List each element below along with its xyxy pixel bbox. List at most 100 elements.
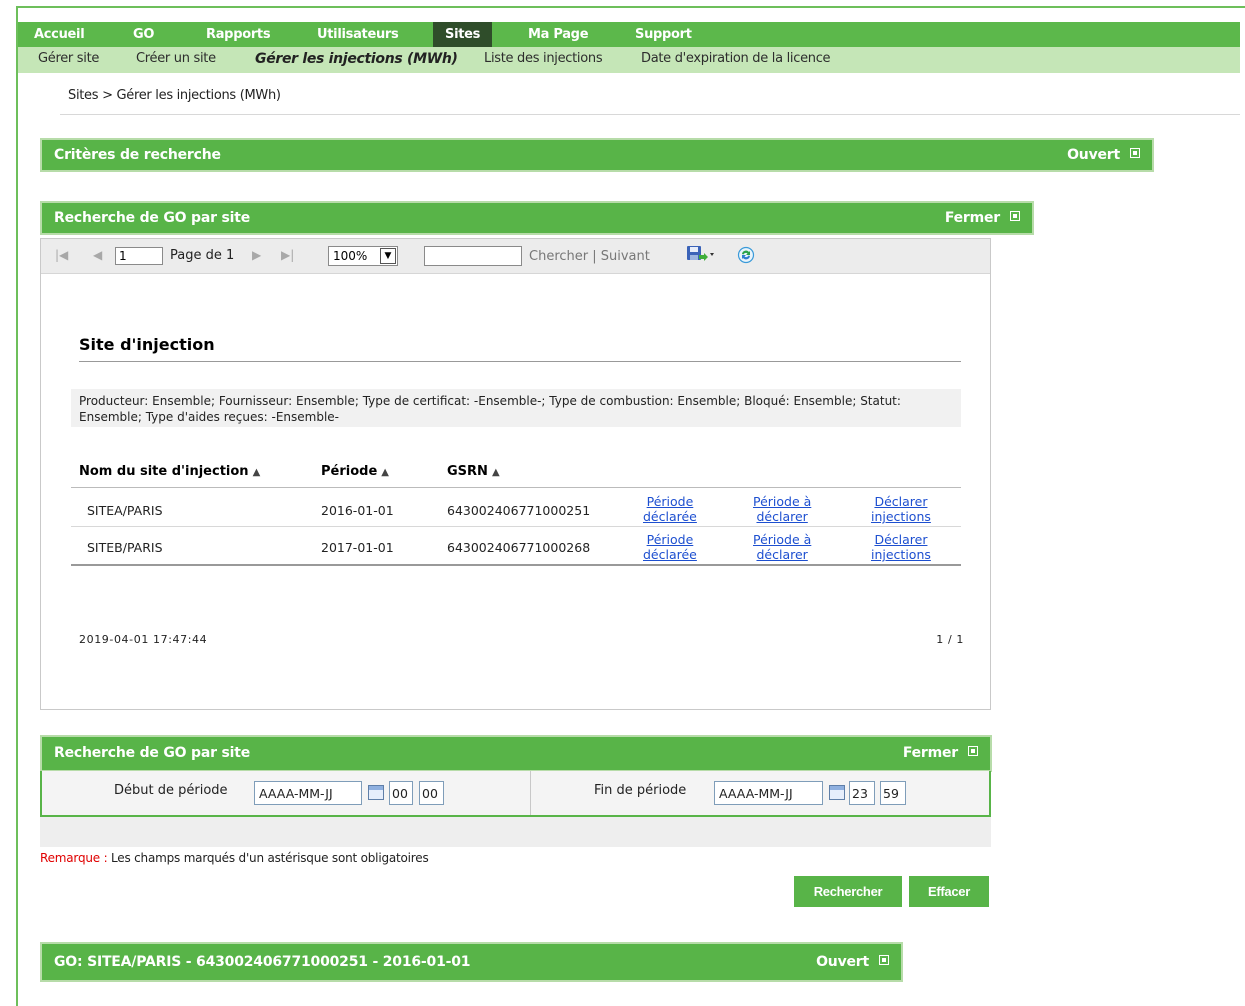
subnav-item-gerer-site[interactable]: Gérer site <box>38 47 99 73</box>
sort-icon[interactable]: ▲ <box>253 467 261 478</box>
start-date-input[interactable] <box>254 781 362 805</box>
column-header-name-label: Nom du site d'injection <box>79 464 249 479</box>
sort-icon[interactable]: ▲ <box>492 467 500 478</box>
zoom-select[interactable]: 100% ▼ <box>328 246 398 266</box>
report-page-count: 1 / 1 <box>936 633 964 646</box>
row-site-name: SITEA/PARIS <box>87 503 163 518</box>
criteria-panel-header[interactable]: Critères de recherche Ouvert <box>40 138 1154 172</box>
find-controls: Chercher | Suivant <box>529 249 650 264</box>
subnav-item-creer-site[interactable]: Créer un site <box>136 47 216 73</box>
last-page-icon[interactable]: ▶| <box>281 248 294 262</box>
search-panel-toggle[interactable]: Fermer <box>903 737 978 770</box>
link-line: Déclarer <box>874 532 928 547</box>
sort-icon[interactable]: ▲ <box>381 467 389 478</box>
go-detail-toggle-label: Ouvert <box>816 954 869 970</box>
main-nav: Accueil GO Rapports Utilisateurs Sites M… <box>18 22 1240 47</box>
link-periode-declaree[interactable]: Période déclarée <box>643 532 697 562</box>
subnav-item-date-expiration[interactable]: Date d'expiration de la licence <box>641 47 831 73</box>
nav-item-support[interactable]: Support <box>635 22 692 47</box>
end-date-input[interactable] <box>714 781 823 805</box>
refresh-icon[interactable] <box>737 246 755 268</box>
expand-icon <box>1130 148 1140 158</box>
column-header-period-label: Période <box>321 464 378 479</box>
link-line: déclarée <box>643 509 697 524</box>
breadcrumb: Sites > Gérer les injections (MWh) <box>68 88 281 103</box>
link-line: injections <box>871 509 931 524</box>
export-save-icon[interactable] <box>686 244 716 268</box>
link-periode-declaree[interactable]: Période déclarée <box>643 494 697 524</box>
row-period: 2017-01-01 <box>321 540 394 555</box>
report-criteria: Producteur: Ensemble; Fournisseur: Ensem… <box>71 389 961 427</box>
next-match-link[interactable]: Suivant <box>601 249 650 264</box>
subnav-item-gerer-injections[interactable]: Gérer les injections (MWh) <box>255 47 458 73</box>
link-line: Période à <box>753 494 812 509</box>
chevron-down-icon[interactable]: ▼ <box>380 248 396 264</box>
link-line: Période à <box>753 532 812 547</box>
nav-item-accueil[interactable]: Accueil <box>34 22 85 47</box>
row-site-name: SITEB/PARIS <box>87 540 163 555</box>
nav-item-ma-page[interactable]: Ma Page <box>528 22 589 47</box>
zoom-value: 100% <box>333 249 368 263</box>
calendar-icon[interactable] <box>829 785 845 800</box>
results-panel-header[interactable]: Recherche de GO par site Fermer <box>40 201 1034 235</box>
breadcrumb-sites-link[interactable]: Sites <box>68 88 99 103</box>
end-minute-input[interactable] <box>880 781 906 805</box>
go-detail-panel-header[interactable]: GO: SITEA/PARIS - 643002406771000251 - 2… <box>40 942 903 982</box>
breadcrumb-separator: > <box>98 88 117 103</box>
next-page-icon[interactable]: ▶ <box>252 248 261 262</box>
row-divider <box>71 526 961 527</box>
nav-item-sites[interactable]: Sites <box>433 22 493 47</box>
first-page-icon[interactable]: |◀ <box>55 248 68 262</box>
page-number-input[interactable] <box>115 247 163 265</box>
find-input[interactable] <box>424 246 522 266</box>
start-period-label: Début de période <box>114 783 228 798</box>
link-periode-a-declarer[interactable]: Période à déclarer <box>753 494 811 524</box>
previous-page-icon[interactable]: ◀ <box>93 248 102 262</box>
remark-prefix: Remarque : <box>40 851 108 865</box>
link-line: déclarée <box>643 547 697 562</box>
form-spacer-bar <box>40 817 991 847</box>
search-toggle-label: Fermer <box>902 745 958 761</box>
search-button[interactable]: Rechercher <box>794 876 902 907</box>
calendar-icon[interactable] <box>368 785 384 800</box>
results-panel-title: Recherche de GO par site <box>54 210 250 226</box>
row-gsrn: 643002406771000268 <box>447 540 591 555</box>
start-minute-input[interactable] <box>419 781 444 805</box>
period-form-row: Début de période Fin de période <box>40 771 991 817</box>
end-period-label: Fin de période <box>594 783 687 798</box>
nav-item-go[interactable]: GO <box>133 22 154 47</box>
table-bottom-rule <box>71 564 961 566</box>
link-line: injections <box>871 547 931 562</box>
link-declarer-injections[interactable]: Déclarer injections <box>871 532 931 562</box>
expand-icon <box>879 955 889 965</box>
page-of-label: Page de 1 <box>170 248 235 263</box>
subnav-item-liste-injections[interactable]: Liste des injections <box>484 47 603 73</box>
search-panel-header[interactable]: Recherche de GO par site Fermer <box>40 735 992 772</box>
link-line: Période <box>646 494 694 509</box>
results-panel-toggle[interactable]: Fermer <box>945 203 1020 233</box>
link-line: Déclarer <box>874 494 928 509</box>
nav-item-utilisateurs[interactable]: Utilisateurs <box>317 22 399 47</box>
collapse-icon <box>968 746 978 756</box>
collapse-icon <box>1010 211 1020 221</box>
row-gsrn: 643002406771000251 <box>447 503 591 518</box>
end-hour-input[interactable] <box>849 781 875 805</box>
breadcrumb-current-link[interactable]: Gérer les injections (MWh) <box>117 88 282 103</box>
breadcrumb-divider <box>60 114 1240 115</box>
criteria-panel-toggle[interactable]: Ouvert <box>1067 140 1140 170</box>
clear-button[interactable]: Effacer <box>909 876 989 907</box>
link-line: Période <box>646 532 694 547</box>
nav-item-rapports[interactable]: Rapports <box>206 22 271 47</box>
start-hour-input[interactable] <box>389 781 413 805</box>
column-header-gsrn-label: GSRN <box>447 464 488 479</box>
column-header-name[interactable]: Nom du site d'injection ▲ <box>79 464 260 479</box>
link-periode-a-declarer[interactable]: Période à déclarer <box>753 532 811 562</box>
go-detail-panel-toggle[interactable]: Ouvert <box>816 944 889 980</box>
link-declarer-injections[interactable]: Déclarer injections <box>871 494 931 524</box>
search-panel-title: Recherche de GO par site <box>54 745 250 761</box>
column-header-period[interactable]: Période ▲ <box>321 464 389 479</box>
column-header-gsrn[interactable]: GSRN ▲ <box>447 464 500 479</box>
table-header-rule <box>71 487 961 488</box>
sub-nav: Gérer site Créer un site Gérer les injec… <box>18 47 1240 73</box>
find-link[interactable]: Chercher <box>529 249 588 264</box>
